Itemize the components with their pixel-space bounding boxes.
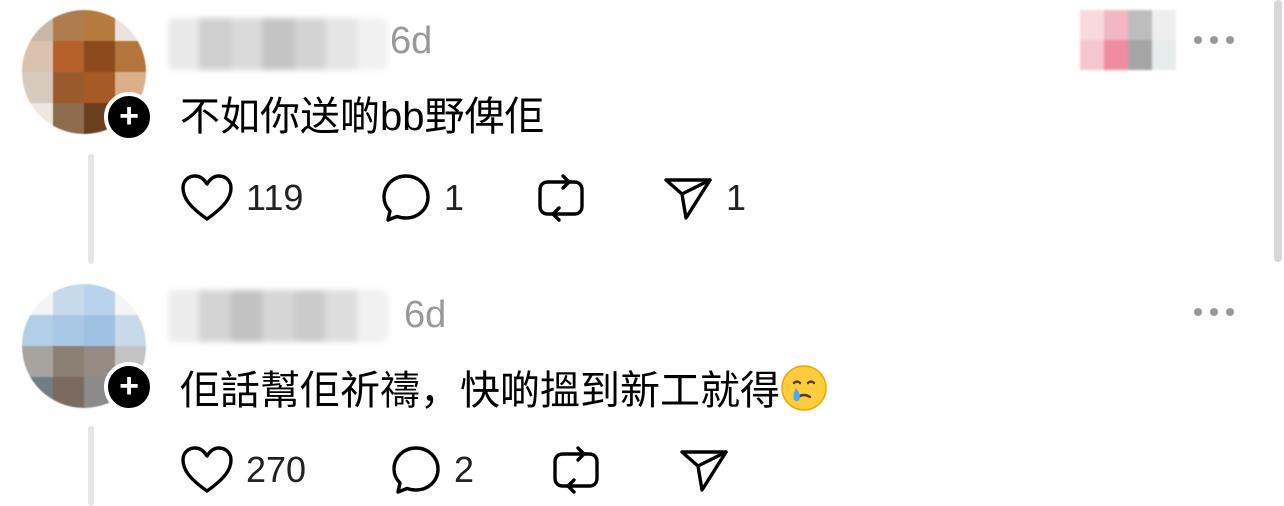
heart-icon [181,174,233,221]
post-text: 佢話幫佢祈禱，快啲搵到新工就得 [180,358,828,416]
follow-plus-icon[interactable]: + [104,92,154,142]
thread-line [88,154,94,264]
face-holding-back-tears-icon [781,365,827,411]
comment-icon [392,446,440,494]
reply-button[interactable]: 1 [380,170,464,226]
repost-icon [538,174,584,222]
action-bar: 119 1 1 [180,170,880,226]
like-count: 270 [246,449,307,490]
more-icon[interactable] [1194,30,1234,50]
reply-post: + 6d 不如你送啲bb野俾佢 119 1 1 [0,0,1284,270]
reply-post: + 6d 佢話幫佢祈禱，快啲搵到新工就得 270 2 [0,270,1284,506]
post-text-content: 佢話幫佢祈禱，快啲搵到新工就得 [180,369,780,413]
reply-count: 2 [454,449,475,490]
post-text: 不如你送啲bb野俾佢 [180,95,545,139]
heart-icon [181,446,233,493]
post-time: 6d [404,294,447,336]
repost-button[interactable] [550,442,602,498]
post-time: 6d [390,20,433,62]
send-icon [680,450,728,492]
username-redacted[interactable] [168,290,388,342]
username-redacted[interactable] [168,18,388,70]
send-icon [664,178,712,220]
more-icon[interactable] [1194,302,1234,322]
like-count: 119 [246,177,304,218]
follow-plus-icon[interactable]: + [104,362,154,412]
reply-button[interactable]: 2 [390,442,474,498]
like-button[interactable]: 119 [180,170,303,226]
like-button[interactable]: 270 [180,442,306,498]
share-button[interactable]: 1 [662,170,746,226]
media-thumbnail-redacted[interactable] [1080,10,1176,70]
repost-icon [553,446,599,494]
action-bar: 270 2 [180,442,880,498]
reply-count: 1 [444,177,465,218]
share-button[interactable] [678,442,742,498]
comment-icon [382,174,430,222]
share-count: 1 [726,177,747,218]
thread-line [88,426,94,506]
repost-button[interactable] [535,170,587,226]
